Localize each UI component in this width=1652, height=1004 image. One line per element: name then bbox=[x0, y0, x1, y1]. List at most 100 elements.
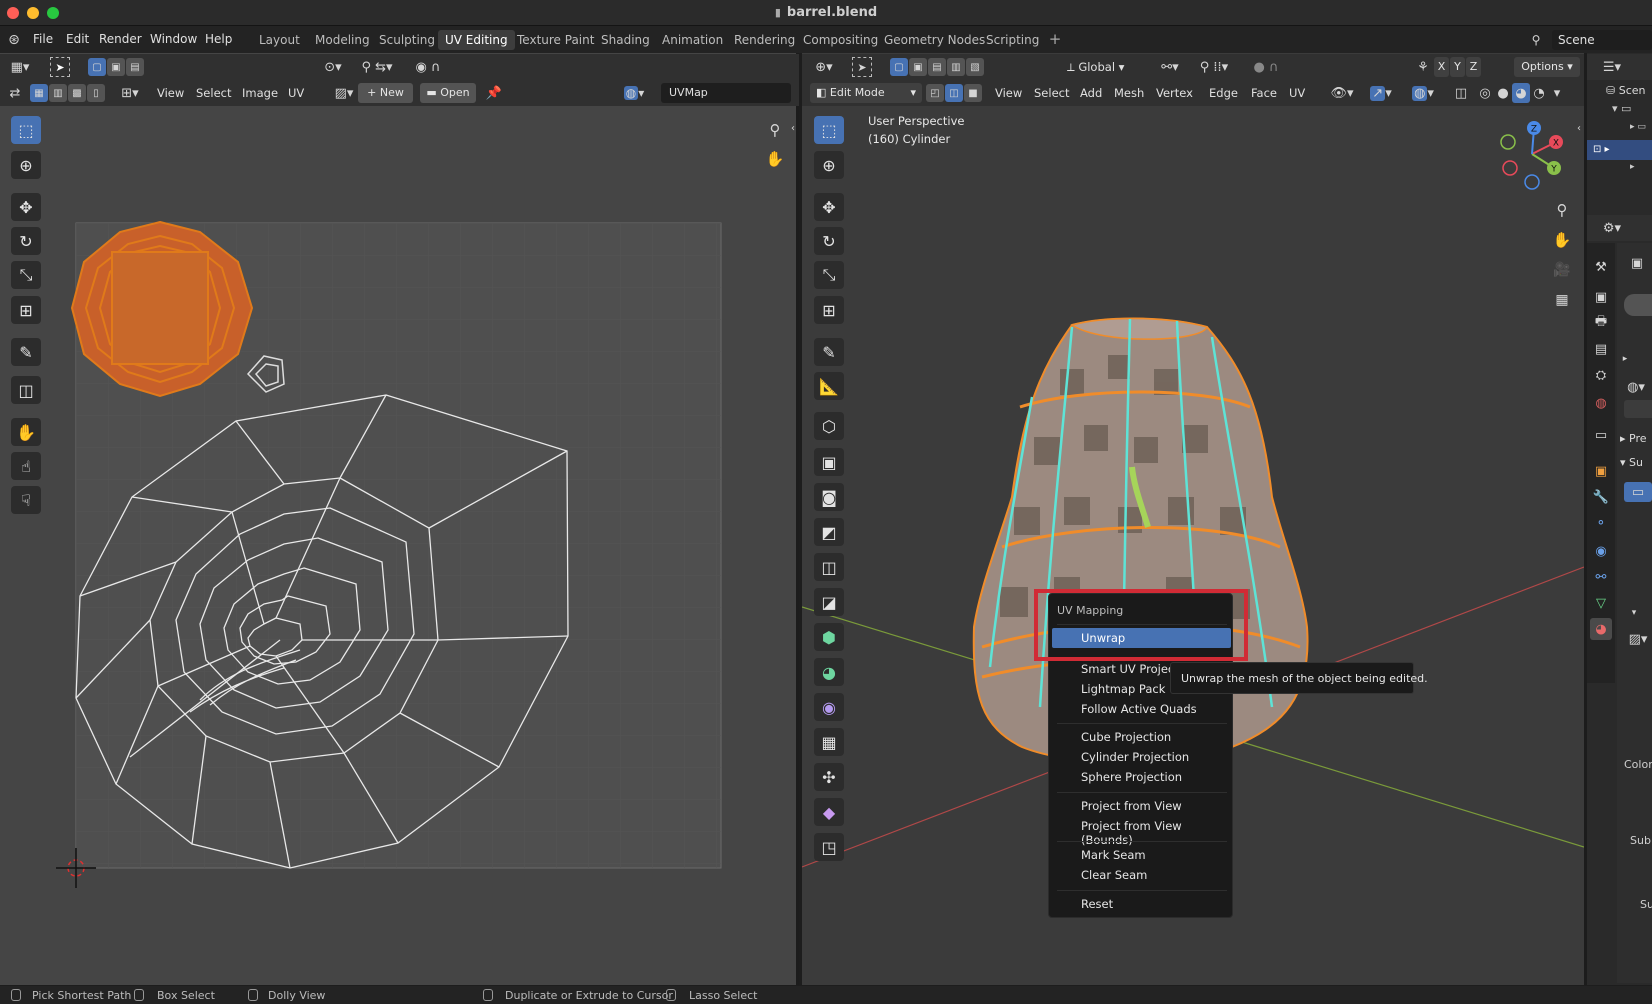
mirror-y-toggle[interactable]: Y bbox=[1450, 57, 1465, 77]
tab-animation[interactable]: Animation bbox=[655, 30, 730, 50]
scene-properties-icon[interactable]: ⛭ bbox=[1590, 364, 1612, 386]
material-slot-icon[interactable]: ▣ bbox=[1628, 254, 1646, 272]
tab-uv-editing[interactable]: UV Editing bbox=[438, 30, 515, 50]
edge-select-mode-icon[interactable]: ◫ bbox=[945, 84, 963, 102]
overlays-toggle-icon[interactable]: ◍ ▾ bbox=[1406, 83, 1440, 103]
material-name-field[interactable] bbox=[1624, 400, 1652, 418]
outliner-collection-row[interactable]: ▾ ▭ bbox=[1612, 102, 1652, 118]
viewport-select-extend-icon[interactable]: ▣ bbox=[909, 58, 927, 76]
viewport-sidebar-toggle-icon[interactable]: ‹ bbox=[1574, 120, 1584, 136]
shading-wireframe-icon[interactable]: ◎ bbox=[1476, 83, 1494, 103]
tool-smooth[interactable]: ◉ bbox=[814, 693, 844, 721]
tool-scale[interactable]: ⤡ bbox=[814, 261, 844, 289]
viewport-menu-view[interactable]: View bbox=[995, 83, 1022, 103]
viewport-pan-icon[interactable]: ✋ bbox=[1550, 228, 1574, 252]
object-properties-icon[interactable]: ▣ bbox=[1590, 460, 1612, 482]
tab-modeling[interactable]: Modeling bbox=[308, 30, 377, 50]
menu-item-follow-active-quads[interactable]: Follow Active Quads bbox=[1081, 702, 1197, 716]
minimize-window-button[interactable] bbox=[27, 7, 39, 19]
mirror-x-toggle[interactable]: X bbox=[1434, 57, 1449, 77]
visibility-icon[interactable]: 👁▾ bbox=[1328, 83, 1356, 103]
close-window-button[interactable] bbox=[7, 7, 19, 19]
tool-rotate[interactable]: ↻ bbox=[814, 227, 844, 255]
viewport-select-intersect-icon[interactable]: ▧ bbox=[966, 58, 984, 76]
face-select-mode-icon[interactable]: ■ bbox=[964, 84, 982, 102]
surface-panel-label[interactable]: ▾ Su bbox=[1620, 456, 1643, 469]
outliner-editor-icon[interactable]: ☰▾ bbox=[1598, 57, 1626, 77]
menu-item-smart-uv-project[interactable]: Smart UV Project bbox=[1081, 662, 1179, 676]
perspective-toggle-icon[interactable]: ▦ bbox=[1550, 288, 1574, 312]
menu-render[interactable]: Render bbox=[99, 32, 142, 46]
tab-compositing[interactable]: Compositing bbox=[796, 30, 885, 50]
tab-geometry-nodes[interactable]: Geometry Nodes bbox=[877, 30, 992, 50]
viewport-menu-add[interactable]: Add bbox=[1080, 83, 1102, 103]
tab-texture-paint[interactable]: Texture Paint bbox=[510, 30, 601, 50]
menu-item-project-from-view-bounds[interactable]: Project from View (Bounds) bbox=[1081, 819, 1232, 847]
transform-orientation-dropdown[interactable]: ⟂ Global ▾ bbox=[1067, 57, 1149, 77]
camera-view-icon[interactable]: 🎥 bbox=[1550, 258, 1574, 282]
tool-move[interactable]: ✥ bbox=[814, 193, 844, 221]
tool-inset[interactable]: ◙ bbox=[814, 483, 844, 511]
collapse-icon[interactable]: ▾ bbox=[1628, 606, 1640, 620]
physics-properties-icon[interactable]: ◉ bbox=[1590, 540, 1612, 562]
gizmo-toggle-icon[interactable]: ↗ ▾ bbox=[1364, 83, 1398, 103]
tool-cursor[interactable]: ⊕ bbox=[814, 151, 844, 179]
tool-loop-cut[interactable]: ◫ bbox=[814, 553, 844, 581]
tab-sculpting[interactable]: Sculpting bbox=[372, 30, 442, 50]
snap-icon[interactable]: ⚲ ⁞⁞▾ bbox=[1188, 57, 1240, 77]
menu-item-clear-seam[interactable]: Clear Seam bbox=[1081, 868, 1147, 882]
viewport-select-subtract-icon[interactable]: ▤ bbox=[928, 58, 946, 76]
shading-material-icon[interactable]: ◕ bbox=[1512, 83, 1530, 103]
vertex-select-mode-icon[interactable]: ◰ bbox=[926, 84, 944, 102]
uv-canvas[interactable] bbox=[0, 53, 799, 985]
tool-knife[interactable]: ◪ bbox=[814, 588, 844, 616]
world-properties-icon[interactable]: ◍ bbox=[1590, 392, 1612, 414]
material-browse-icon[interactable]: ◍▾ bbox=[1624, 378, 1648, 396]
view-layer-properties-icon[interactable]: ▤ bbox=[1590, 338, 1612, 360]
menu-item-project-from-view[interactable]: Project from View bbox=[1081, 799, 1182, 813]
preview-panel-label[interactable]: ▸ Pre bbox=[1620, 432, 1647, 445]
tool-edge-slide[interactable]: ▦ bbox=[814, 728, 844, 756]
material-preview-field[interactable] bbox=[1624, 294, 1652, 316]
edit-mode-dropdown[interactable]: ◧ Edit Mode ▾ bbox=[810, 83, 922, 103]
menu-item-sphere-projection[interactable]: Sphere Projection bbox=[1081, 770, 1182, 784]
tool-rip-region[interactable]: ◳ bbox=[814, 833, 844, 861]
viewport-select-tool-icon[interactable]: ➤ bbox=[852, 57, 872, 77]
menu-window[interactable]: Window bbox=[150, 32, 197, 46]
outliner-item-row-2[interactable]: ▸ bbox=[1630, 162, 1652, 178]
scene-field[interactable]: Scene bbox=[1552, 30, 1652, 50]
add-workspace-icon[interactable]: + bbox=[1047, 30, 1063, 48]
properties-editor-icon[interactable]: ⚙▾ bbox=[1598, 218, 1626, 238]
menu-item-reset[interactable]: Reset bbox=[1081, 897, 1113, 911]
menu-item-cylinder-projection[interactable]: Cylinder Projection bbox=[1081, 750, 1189, 764]
viewport-zoom-icon[interactable]: ⚲ bbox=[1550, 198, 1574, 222]
data-properties-icon[interactable]: ▽ bbox=[1590, 592, 1612, 614]
tool-shrink-fatten[interactable]: ✣ bbox=[814, 763, 844, 791]
viewport-editor-type-icon[interactable]: ⊕▾ bbox=[810, 57, 838, 77]
tab-scripting[interactable]: Scripting bbox=[979, 30, 1046, 50]
shading-solid-icon[interactable]: ● bbox=[1494, 83, 1512, 103]
blender-logo-icon[interactable]: ⊛ bbox=[5, 31, 23, 49]
panel-expand-icon[interactable]: ▸ bbox=[1620, 352, 1630, 366]
tool-transform[interactable]: ⊞ bbox=[814, 296, 844, 324]
viewport-menu-select[interactable]: Select bbox=[1034, 83, 1069, 103]
tool-shear[interactable]: ◆ bbox=[814, 798, 844, 826]
viewport-menu-vertex[interactable]: Vertex bbox=[1156, 83, 1193, 103]
viewport-menu-face[interactable]: Face bbox=[1251, 83, 1277, 103]
scene-selector-icon[interactable]: ⚲ bbox=[1524, 31, 1548, 49]
outliner-scene-row[interactable]: ⛁ Scen bbox=[1606, 84, 1646, 97]
surface-node-icon[interactable]: ▭ bbox=[1624, 482, 1652, 502]
mirror-z-toggle[interactable]: Z bbox=[1466, 57, 1481, 77]
tool-measure[interactable]: 📐 bbox=[814, 372, 844, 400]
tab-rendering[interactable]: Rendering bbox=[727, 30, 802, 50]
viewport-menu-edge[interactable]: Edge bbox=[1209, 83, 1238, 103]
menu-help[interactable]: Help bbox=[205, 32, 232, 46]
material-properties-icon[interactable]: ◕ bbox=[1590, 618, 1612, 640]
options-dropdown[interactable]: Options ▾ bbox=[1514, 57, 1580, 77]
tool-properties-icon[interactable]: ⚒ bbox=[1590, 256, 1612, 278]
mirror-options-icon[interactable]: ⚘ bbox=[1414, 57, 1432, 77]
menu-item-lightmap-pack[interactable]: Lightmap Pack bbox=[1081, 682, 1165, 696]
maximize-window-button[interactable] bbox=[47, 7, 59, 19]
render-properties-icon[interactable]: ▣ bbox=[1590, 286, 1612, 308]
tool-extrude[interactable]: ▣ bbox=[814, 448, 844, 476]
